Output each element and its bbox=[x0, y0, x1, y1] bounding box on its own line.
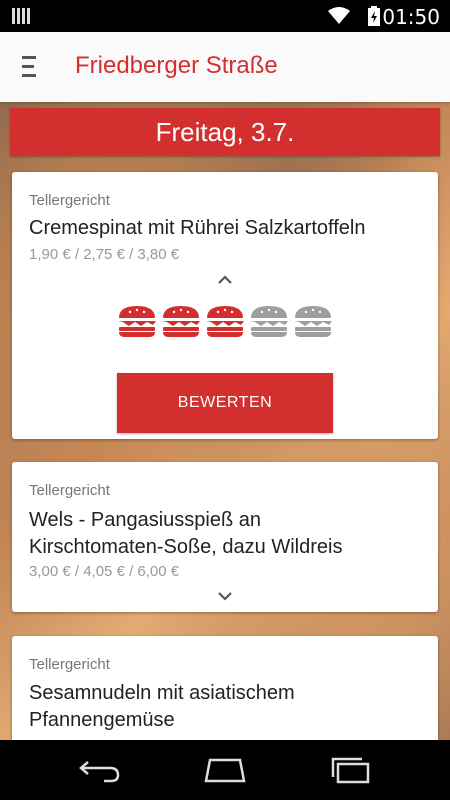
rating-burgers[interactable] bbox=[117, 304, 337, 338]
menu-icon[interactable] bbox=[22, 56, 42, 78]
meal-card[interactable]: Tellergericht Wels - Pangasiusspieß an K… bbox=[12, 462, 438, 612]
meal-name-line: Pfannengemüse bbox=[29, 709, 175, 731]
burger-rating-icon[interactable] bbox=[117, 304, 157, 338]
meal-name-line: Wels - Pangasiusspieß an bbox=[29, 509, 261, 531]
meal-name: Cremespinat mit Rührei Salzkartoffeln bbox=[29, 217, 366, 239]
chevron-down-icon[interactable] bbox=[217, 591, 233, 601]
meal-name-line: Kirschtomaten-Soße, dazu Wildreis bbox=[29, 536, 343, 558]
burger-rating-icon[interactable] bbox=[205, 304, 245, 338]
meal-category: Tellergericht bbox=[29, 656, 110, 673]
meal-price: 1,90 € / 2,75 € / 3,80 € bbox=[29, 246, 180, 263]
day-banner: Freitag, 3.7. bbox=[10, 108, 440, 156]
rate-button[interactable]: BEWERTEN bbox=[117, 373, 333, 433]
notification-icon bbox=[12, 8, 30, 24]
meal-name-line: Sesamnudeln mit asiatischem bbox=[29, 682, 295, 704]
meal-category: Tellergericht bbox=[29, 192, 110, 209]
system-navigation-bar bbox=[0, 740, 450, 800]
clock: 01:50 bbox=[382, 5, 440, 29]
meal-name: Wels - Pangasiusspieß an Kirschtomaten-S… bbox=[29, 507, 429, 560]
burger-rating-icon[interactable] bbox=[249, 304, 289, 338]
app-toolbar: Friedberger Straße bbox=[0, 32, 450, 102]
burger-rating-icon[interactable] bbox=[293, 304, 333, 338]
meal-price: 3,00 € / 4,05 € / 6,00 € bbox=[29, 563, 180, 580]
home-icon[interactable] bbox=[201, 756, 249, 784]
recents-icon[interactable] bbox=[328, 756, 372, 784]
battery-icon bbox=[368, 6, 380, 26]
burger-rating-icon[interactable] bbox=[161, 304, 201, 338]
meal-name: Sesamnudeln mit asiatischem Pfannengemüs… bbox=[29, 680, 429, 733]
meal-category: Tellergericht bbox=[29, 482, 110, 499]
back-icon[interactable] bbox=[78, 756, 122, 784]
wifi-icon bbox=[328, 7, 350, 24]
chevron-up-icon[interactable] bbox=[217, 274, 233, 284]
status-bar: 01:50 bbox=[0, 0, 450, 32]
meal-card[interactable]: Tellergericht Cremespinat mit Rührei Sal… bbox=[12, 172, 438, 439]
page-title: Friedberger Straße bbox=[75, 52, 278, 79]
